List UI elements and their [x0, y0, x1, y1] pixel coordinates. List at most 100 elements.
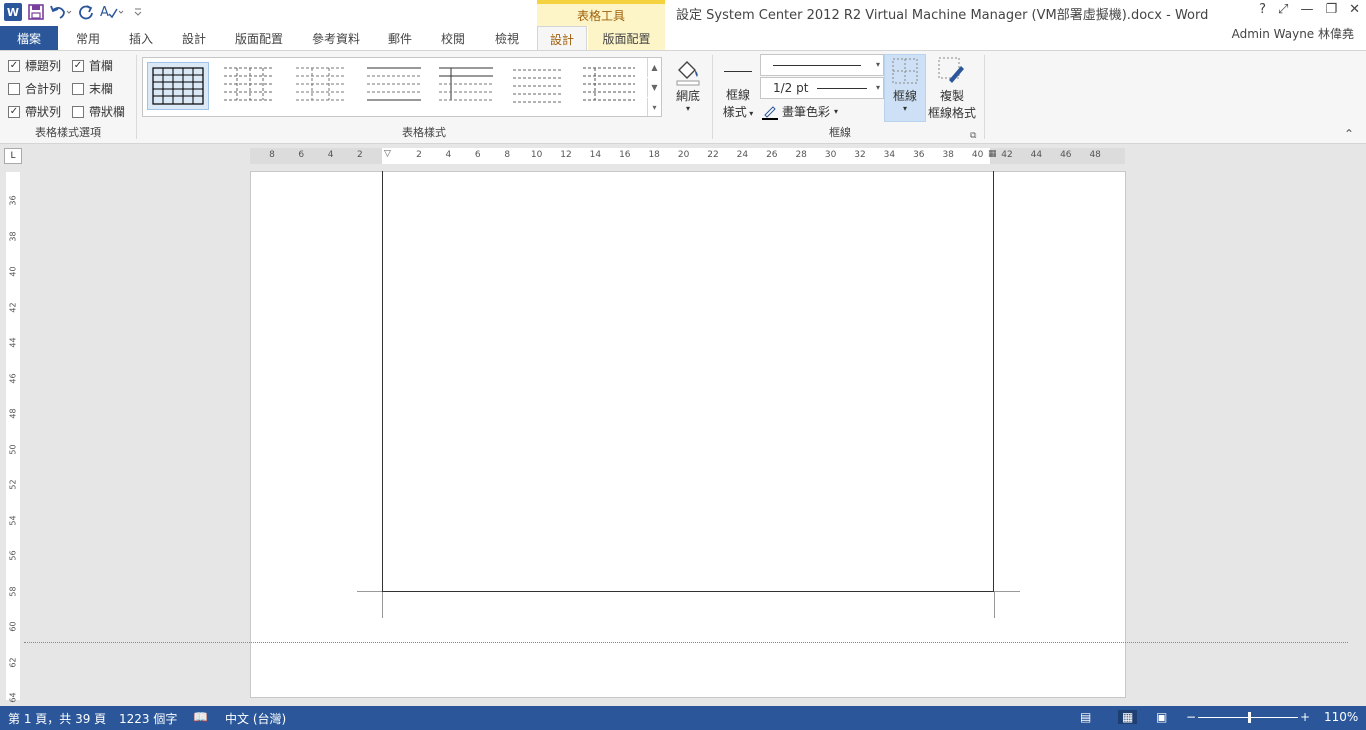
zoom-level[interactable]: 110%: [1324, 710, 1358, 724]
pen-color-button[interactable]: 畫筆色彩 ▾: [762, 103, 838, 120]
border-painter-button[interactable]: 複製 框線格式: [928, 55, 976, 121]
restore-icon[interactable]: ❐: [1325, 2, 1337, 17]
crop-mark: [382, 592, 383, 618]
tab-view[interactable]: 檢視: [481, 26, 533, 50]
ruler-tick-label: 38: [942, 150, 954, 160]
word-count[interactable]: 1223 個字: [119, 710, 177, 727]
collapse-ribbon-icon[interactable]: ⌃: [1344, 127, 1354, 141]
tab-insert[interactable]: 插入: [116, 26, 166, 50]
table-style-options-label: 表格樣式選項: [35, 126, 101, 139]
ruler-tick-label: 60: [8, 621, 18, 632]
ruler-tick-label: 20: [677, 150, 690, 160]
table-style-3[interactable]: [291, 62, 353, 110]
print-layout-icon[interactable]: ▦: [1118, 710, 1138, 724]
tab-review[interactable]: 校閱: [428, 26, 478, 50]
tab-references[interactable]: 參考資料: [298, 26, 374, 50]
indent-marker-icon[interactable]: ▽: [384, 149, 391, 159]
banded-rows-checkbox[interactable]: ✓ 帶狀列: [8, 103, 61, 120]
checkbox-box[interactable]: ✓: [8, 59, 20, 72]
tab-design[interactable]: 設計: [168, 26, 220, 50]
table[interactable]: [382, 171, 994, 592]
table-style-6[interactable]: [507, 62, 569, 110]
proofing-icon[interactable]: 📖: [193, 710, 208, 724]
shading-button[interactable]: 網底 ▾: [668, 55, 708, 113]
close-icon[interactable]: ✕: [1349, 2, 1360, 17]
banded-columns-checkbox[interactable]: 帶狀欄: [72, 103, 125, 120]
ruler-tick-label: 28: [795, 150, 807, 160]
right-margin-marker-icon[interactable]: ▦: [988, 149, 997, 159]
vertical-ruler[interactable]: 36 38 40 42 44 46 48 50 52 54 56 58 60 62 64: [6, 172, 20, 703]
horizontal-ruler[interactable]: 8 6 4 2 2 4 6 8 10 12 14 16 18 20 22 24 26 28 30 32 34 36 38 40…: [250, 148, 1125, 164]
tab-selector[interactable]: L: [4, 148, 22, 164]
line-weight-preview: [817, 88, 867, 89]
ruler-tick-label: 44: [1030, 150, 1043, 160]
user-account[interactable]: Admin Wayne 林偉堯: [1232, 26, 1354, 42]
gallery-scroll-down-icon[interactable]: ▼: [647, 78, 661, 97]
last-column-checkbox[interactable]: 末欄: [72, 80, 113, 97]
table-style-5[interactable]: [435, 62, 497, 110]
word-app-icon[interactable]: W: [4, 3, 22, 21]
ruler-tick-label: 16: [619, 150, 631, 160]
first-column-checkbox[interactable]: ✓ 首欄: [72, 57, 113, 74]
line-weight-dropdown[interactable]: 1/2 pt ▾: [760, 77, 884, 99]
tab-table-layout[interactable]: 版面配置: [588, 26, 665, 50]
borders-group-label: 框線: [829, 126, 851, 139]
zoom-out-icon[interactable]: −: [1186, 710, 1196, 724]
ruler-tick-label: 2: [416, 150, 422, 160]
language-indicator[interactable]: 中文 (台灣): [225, 710, 286, 727]
ribbon-display-icon[interactable]: ⤢: [1278, 2, 1288, 17]
checkbox-box[interactable]: ✓: [72, 59, 84, 72]
checkbox-box[interactable]: [8, 82, 20, 95]
zoom-in-icon[interactable]: +: [1300, 710, 1310, 724]
gallery-more-icon[interactable]: ▾: [647, 98, 661, 116]
table-style-2[interactable]: [219, 62, 281, 110]
tab-home[interactable]: 常用: [62, 26, 114, 50]
redo-icon[interactable]: [76, 2, 96, 22]
total-row-checkbox[interactable]: 合計列: [8, 80, 61, 97]
ribbon-tabs: 檔案 常用 插入 設計 版面配置 參考資料 郵件 校閱 檢視 設計 版面配置 A…: [0, 26, 1366, 51]
spelling-icon[interactable]: A: [100, 2, 124, 22]
checkbox-box[interactable]: [72, 82, 84, 95]
ruler-tick-label: 40: [971, 150, 984, 160]
gallery-scroll-up-icon[interactable]: ▲: [647, 58, 661, 77]
line-style-dropdown[interactable]: ▾: [760, 54, 884, 76]
ruler-tick-label: 14: [589, 150, 602, 160]
tab-file[interactable]: 檔案: [0, 26, 58, 50]
undo-icon[interactable]: [50, 2, 72, 22]
ruler-tick-label: 12: [560, 150, 572, 160]
web-layout-icon[interactable]: ▣: [1156, 710, 1167, 724]
dialog-launcher-icon[interactable]: ⧉: [970, 131, 976, 141]
dropdown-icon: ▾: [746, 109, 754, 118]
ruler-tick-label: 62: [8, 656, 18, 668]
table-style-4[interactable]: [363, 62, 425, 110]
zoom-slider-thumb[interactable]: [1248, 712, 1251, 723]
window-controls: ? ⤢ — ❐ ✕: [1259, 2, 1360, 17]
ruler-tick-label: 54: [8, 514, 18, 526]
page-count[interactable]: 第 1 頁，共 39 頁: [8, 710, 106, 727]
table-style-7[interactable]: [579, 62, 641, 110]
ruler-tick-label: 34: [883, 150, 896, 160]
read-mode-icon[interactable]: ▤: [1080, 710, 1091, 724]
borders-button[interactable]: 框線 ▾: [884, 54, 926, 122]
ruler-tick-label: 46: [8, 372, 18, 384]
crop-mark: [994, 592, 995, 618]
ruler-tick-label: 36: [913, 150, 925, 160]
minimize-icon[interactable]: —: [1300, 2, 1313, 17]
customize-qat-icon[interactable]: [128, 2, 148, 22]
ruler-tick-label: 46: [1060, 150, 1072, 160]
border-styles-button[interactable]: 框線 樣式 ▾: [718, 63, 758, 120]
line-style-preview: [773, 65, 861, 66]
header-row-checkbox[interactable]: ✓ 標題列: [8, 57, 61, 74]
tab-mailings[interactable]: 郵件: [376, 26, 424, 50]
help-icon[interactable]: ?: [1259, 2, 1266, 17]
tab-page-layout[interactable]: 版面配置: [222, 26, 296, 50]
tab-table-design[interactable]: 設計: [537, 26, 587, 51]
checkbox-box[interactable]: ✓: [8, 105, 20, 118]
ruler-tick-label: 36: [8, 195, 18, 206]
ruler-tick-label: 8: [269, 150, 275, 160]
ribbon: ✓標題列 ✓首欄 合計列 末欄 ✓帶狀列 帶狀欄 表格樣式選項 ▲ ▼ ▾: [0, 50, 1366, 144]
save-icon[interactable]: [26, 2, 46, 22]
table-style-grid-selected[interactable]: [147, 62, 209, 110]
checkbox-box[interactable]: [72, 105, 84, 118]
ruler-tick-label: 38: [8, 230, 18, 242]
